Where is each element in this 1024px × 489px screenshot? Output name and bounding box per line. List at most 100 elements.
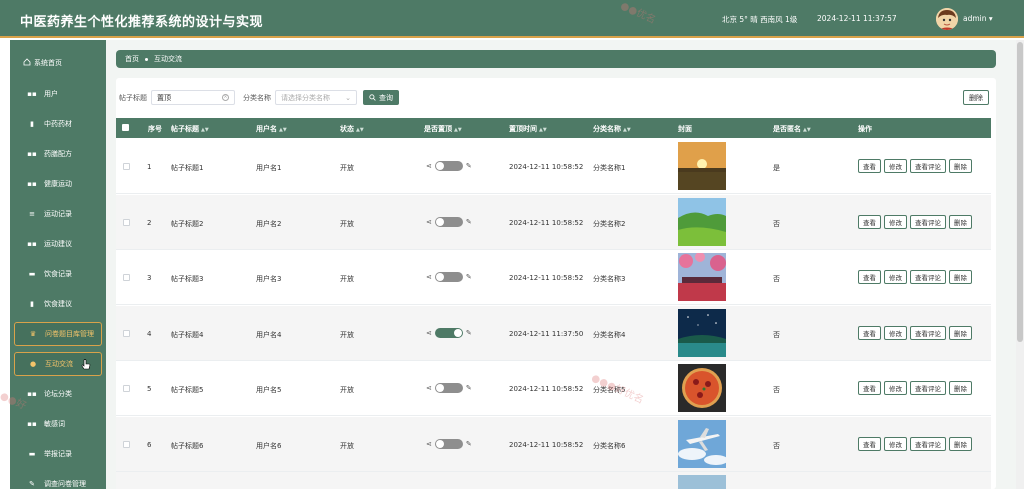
cover-image[interactable] [678, 364, 726, 412]
search-button[interactable]: 查询 [363, 90, 399, 105]
edit-icon[interactable]: ✎ [466, 440, 472, 448]
cover-image[interactable] [678, 142, 726, 190]
cell-status: 开放 [340, 275, 354, 283]
row-checkbox[interactable] [123, 440, 130, 448]
view-comments-button[interactable]: 查看评论 [910, 381, 946, 395]
view-comments-button[interactable]: 查看评论 [910, 214, 946, 229]
view-button[interactable]: 查看 [858, 159, 881, 173]
sidebar-item-exercise-log[interactable]: ≡ 运动记录 [14, 202, 102, 226]
cover-image[interactable] [678, 475, 726, 489]
row-checkbox[interactable] [123, 274, 130, 281]
cover-image[interactable] [678, 308, 726, 357]
top-header: 中医药养生个性化推荐系统的设计与实现 北京 5° 晴 西南风 1级 2024-1… [0, 0, 1024, 38]
avatar[interactable] [936, 8, 958, 30]
category-filter-label: 分类名称 [243, 93, 271, 102]
delete-button[interactable]: 删除 [949, 159, 972, 173]
view-comments-button[interactable]: 查看评论 [910, 325, 946, 340]
edit-icon[interactable]: ✎ [466, 273, 472, 281]
cover-image[interactable] [678, 197, 726, 246]
pin-toggle[interactable] [434, 383, 463, 393]
share-icon[interactable]: ⋖ [426, 440, 432, 448]
sidebar-item-interaction[interactable]: ● 互动交流 [14, 352, 102, 376]
batch-delete-button[interactable]: 删除 [963, 90, 989, 105]
view-button[interactable]: 查看 [858, 325, 881, 340]
edit-button[interactable]: 修改 [884, 381, 907, 395]
delete-button[interactable]: 删除 [949, 325, 972, 340]
share-icon[interactable]: ⋖ [426, 218, 432, 226]
sidebar-item-label: 调查问卷管理 [44, 480, 86, 488]
pin-toggle[interactable] [434, 161, 463, 171]
view-button[interactable]: 查看 [858, 381, 881, 395]
sidebar-item-diet-log[interactable]: ▬ 饮食记录 [14, 262, 102, 286]
row-actions: 查看 修改 查看评论 删除 [858, 436, 972, 451]
col-category[interactable]: 分类名称 ▲▼ [593, 124, 631, 134]
view-button[interactable]: 查看 [858, 214, 881, 229]
edit-button[interactable]: 修改 [884, 325, 907, 340]
view-button[interactable]: 查看 [858, 270, 881, 284]
pin-toggle[interactable] [434, 438, 463, 449]
title-search-input[interactable]: 置顶 × [151, 90, 235, 105]
cell-index: 6 [147, 440, 152, 449]
edit-icon[interactable]: ✎ [466, 218, 472, 226]
sidebar-item-label: 饮食建议 [44, 300, 72, 308]
pin-toggle[interactable] [434, 216, 463, 227]
edit-icon[interactable]: ✎ [466, 329, 472, 337]
row-checkbox[interactable] [123, 385, 130, 392]
delete-button[interactable]: 删除 [949, 214, 972, 229]
select-all-checkbox[interactable] [122, 124, 129, 131]
page-scrollbar[interactable] [1016, 40, 1024, 489]
sidebar-item-exercise[interactable]: ▪▪ 健康运动 [14, 172, 102, 196]
edit-icon[interactable]: ✎ [466, 384, 472, 392]
view-comments-button[interactable]: 查看评论 [910, 436, 946, 451]
cover-image[interactable] [678, 419, 726, 468]
sort-icon: ▲▼ [201, 127, 209, 133]
view-button[interactable]: 查看 [858, 436, 881, 451]
user-menu[interactable]: admin ▾ [963, 14, 993, 23]
sidebar-item-exercise-advice[interactable]: ▪▪ 运动建议 [14, 232, 102, 256]
category-select[interactable]: 请选择分类名称 ⌄ [275, 90, 357, 105]
cell-anonymous: 否 [773, 441, 780, 450]
clear-icon[interactable]: × [222, 94, 229, 101]
view-comments-button[interactable]: 查看评论 [910, 270, 946, 284]
sidebar-item-recipes[interactable]: ▪▪ 药膳配方 [14, 142, 102, 166]
sidebar-home[interactable]: 系统首页 [23, 58, 62, 68]
cover-image[interactable] [678, 253, 726, 301]
sidebar-home-label: 系统首页 [34, 59, 62, 67]
share-icon[interactable]: ⋖ [426, 162, 432, 170]
share-icon[interactable]: ⋖ [426, 273, 432, 281]
cell-anonymous: 否 [773, 275, 780, 283]
delete-button[interactable]: 删除 [949, 270, 972, 284]
edit-button[interactable]: 修改 [884, 270, 907, 284]
edit-button[interactable]: 修改 [884, 159, 907, 173]
row-checkbox[interactable] [123, 163, 130, 170]
sidebar-item-reports[interactable]: ▬ 举报记录 [14, 442, 102, 466]
col-status[interactable]: 状态 ▲▼ [340, 124, 364, 134]
grid-icon: ▪▪ [27, 390, 37, 398]
col-pin-time[interactable]: 置顶时间 ▲▼ [509, 124, 547, 134]
delete-button[interactable]: 删除 [949, 381, 972, 395]
sidebar-item-questionnaire-bank[interactable]: ♛ 问卷题目库管理 [14, 322, 102, 346]
col-title[interactable]: 帖子标题 ▲▼ [171, 124, 209, 134]
delete-button[interactable]: 删除 [949, 436, 972, 451]
scrollbar-thumb[interactable] [1017, 42, 1023, 342]
row-checkbox[interactable] [123, 218, 130, 226]
share-icon[interactable]: ⋖ [426, 384, 432, 392]
sidebar-item-diet-advice[interactable]: ▮ 饮食建议 [14, 292, 102, 316]
edit-button[interactable]: 修改 [884, 214, 907, 229]
edit-icon[interactable]: ✎ [466, 162, 472, 170]
cell-title: 帖子标题1 [171, 164, 204, 172]
col-pinned[interactable]: 是否置顶 ▲▼ [424, 124, 462, 134]
col-anonymous[interactable]: 是否匿名 ▲▼ [773, 124, 811, 134]
sidebar-item-survey[interactable]: ✎ 调查问卷管理 [14, 472, 102, 489]
pin-toggle[interactable] [434, 272, 463, 282]
pin-toggle[interactable] [434, 327, 463, 338]
edit-button[interactable]: 修改 [884, 436, 907, 451]
sidebar-item-herbs[interactable]: ▮ 中药药材 [14, 112, 102, 136]
view-comments-button[interactable]: 查看评论 [910, 159, 946, 173]
breadcrumb-home[interactable]: 首页 [125, 54, 139, 64]
share-icon[interactable]: ⋖ [426, 329, 432, 337]
sidebar-item-user[interactable]: ▪▪ 用户 [14, 82, 102, 106]
row-checkbox[interactable] [123, 329, 130, 337]
sidebar-item-sensitive-words[interactable]: ▪▪ 敏感词 [14, 412, 102, 436]
col-user[interactable]: 用户名 ▲▼ [256, 124, 287, 134]
